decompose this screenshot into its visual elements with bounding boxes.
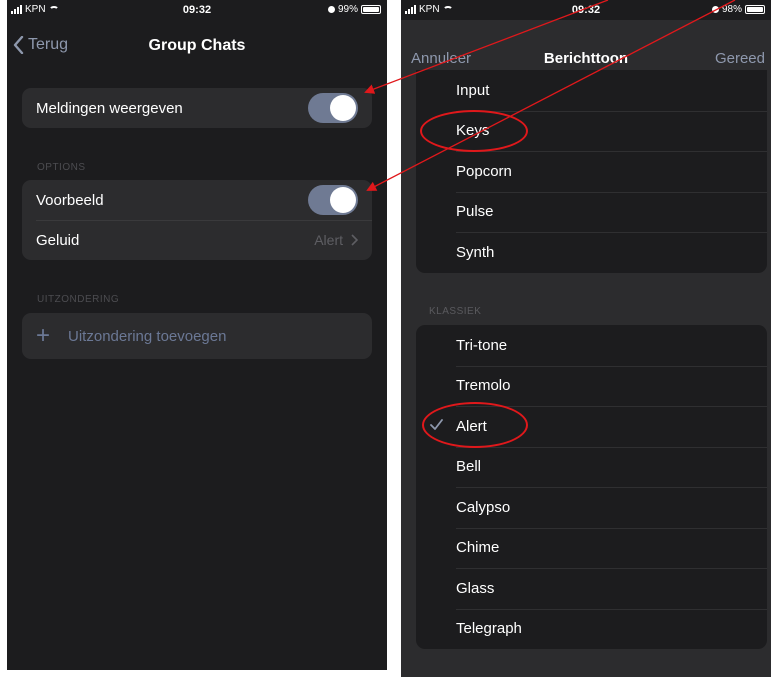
- sound-value: Alert: [314, 232, 358, 248]
- tone-item-tri-tone[interactable]: Tri-tone: [416, 325, 767, 366]
- preview-label: Voorbeeld: [36, 191, 104, 209]
- exceptions-section-label: UITZONDERING: [37, 294, 120, 305]
- add-exception-button[interactable]: + Uitzondering toevoegen: [22, 313, 372, 359]
- options-group: Voorbeeld Geluid Alert: [22, 180, 372, 260]
- classic-section-label: KLASSIEK: [429, 306, 482, 317]
- tone-item-glass[interactable]: Glass: [416, 568, 767, 609]
- toggle-knob: [330, 187, 356, 213]
- sound-label: Geluid: [36, 231, 80, 249]
- show-notifications-row: Meldingen weergeven: [22, 88, 372, 128]
- tone-item-pulse[interactable]: Pulse: [416, 191, 767, 233]
- status-bar: KPN 09:32 99%: [7, 0, 387, 24]
- tone-item-telegraph[interactable]: Telegraph: [416, 608, 767, 650]
- battery-status: 98%: [711, 4, 765, 15]
- page-title: Group Chats: [148, 37, 246, 54]
- tone-item-synth[interactable]: Synth: [416, 232, 767, 273]
- group-chats-screen: KPN 09:32 99% Terug Group Chats Meldinge…: [7, 0, 387, 670]
- battery-status: 99%: [327, 4, 381, 15]
- tone-item-chime[interactable]: Chime: [416, 527, 767, 569]
- sound-value-label: Alert: [314, 232, 343, 248]
- show-notifications-label: Meldingen weergeven: [36, 99, 183, 117]
- plus-icon: +: [36, 322, 51, 349]
- annotation-circle-keys: [420, 110, 528, 152]
- battery-fill: [747, 7, 763, 12]
- status-bar: KPN 09:32 98%: [401, 0, 771, 24]
- alarm-icon: [327, 6, 335, 13]
- tone-item-input[interactable]: Input: [416, 70, 767, 111]
- tone-item-calypso[interactable]: Calypso: [416, 487, 767, 528]
- tone-item-popcorn[interactable]: Popcorn: [416, 151, 767, 192]
- sound-row[interactable]: Geluid Alert: [22, 220, 372, 260]
- tone-item-tremolo[interactable]: Tremolo: [416, 365, 767, 407]
- options-section-label: OPTIONS: [37, 162, 86, 173]
- annotation-circle-alert: [422, 402, 528, 448]
- preview-row: Voorbeeld: [22, 180, 372, 220]
- battery-label: 99%: [337, 4, 358, 15]
- exceptions-group: + Uitzondering toevoegen: [22, 313, 372, 359]
- alarm-icon: [711, 6, 719, 13]
- battery-icon: [745, 5, 765, 14]
- tones-list: Input Keys Popcorn Pulse Synth: [416, 70, 767, 273]
- done-button[interactable]: Gereed: [715, 50, 765, 67]
- toggle-knob: [330, 95, 356, 121]
- add-exception-label: Uitzondering toevoegen: [68, 327, 227, 345]
- battery-fill: [363, 7, 379, 12]
- battery-icon: [361, 5, 381, 14]
- notifications-group: Meldingen weergeven: [22, 88, 372, 128]
- tone-item-bell[interactable]: Bell: [416, 446, 767, 488]
- nav-bar: Terug Group Chats: [7, 24, 387, 68]
- battery-label: 98%: [721, 4, 742, 15]
- message-tone-screen: KPN 09:32 98% Annuleer Berichttoon Geree…: [401, 0, 771, 677]
- chevron-right-icon: [351, 234, 358, 246]
- classic-tones-list: Tri-tone Tremolo Alert Bell Calypso Chim…: [416, 325, 767, 649]
- preview-toggle[interactable]: [308, 185, 358, 215]
- show-notifications-toggle[interactable]: [308, 93, 358, 123]
